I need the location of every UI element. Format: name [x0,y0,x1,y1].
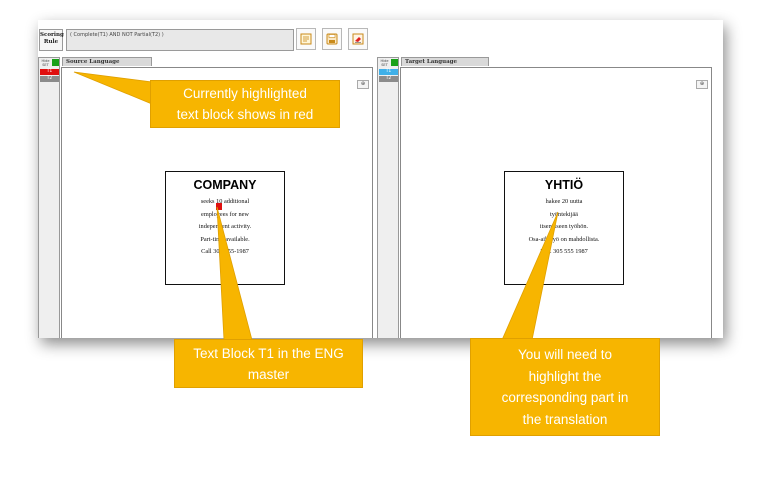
callout-pointers [73,71,559,341]
callout-t1-line: master [247,366,290,382]
callout-translation-line: highlight the [528,368,602,384]
callout-translation-line: corresponding part in [501,390,629,405]
pointer-translation [501,211,559,341]
callout-translation-line: the translation [522,411,608,427]
callout-highlight: Currently highlighted text block shows i… [150,80,340,128]
pointer-highlight [73,71,153,105]
callout-highlight-line: text block shows in red [176,107,314,122]
callout-t1: Text Block T1 in the ENG master [174,339,363,388]
callout-translation-line: You will need to [517,347,613,362]
callout-highlight-line: Currently highlighted [183,86,307,101]
callout-translation: You will need to highlight the correspon… [470,338,660,436]
callout-t1-line: Text Block T1 in the ENG [193,345,344,361]
pointer-t1 [216,206,253,341]
